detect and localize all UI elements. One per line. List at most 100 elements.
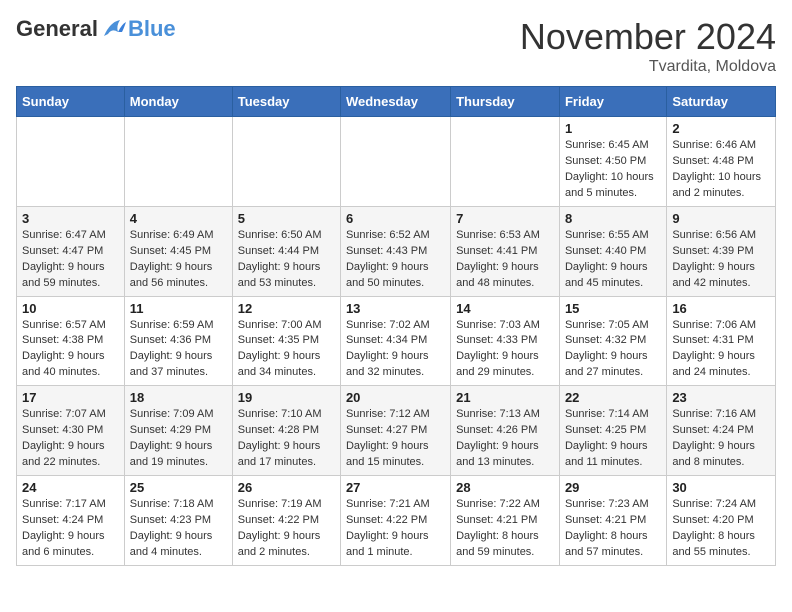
weekday-header-saturday: Saturday xyxy=(667,87,776,117)
day-number: 14 xyxy=(456,301,554,316)
day-number: 5 xyxy=(238,211,335,226)
day-number: 1 xyxy=(565,121,661,136)
calendar-cell: 6 Sunrise: 6:52 AM Sunset: 4:43 PM Daylig… xyxy=(340,206,450,296)
calendar-cell: 9Sunrise: 6:56 AM Sunset: 4:39 PM Daylig… xyxy=(667,206,776,296)
day-info: Sunrise: 7:03 AM Sunset: 4:33 PM Dayligh… xyxy=(456,318,554,382)
day-number: 2 xyxy=(672,121,770,136)
day-info: Sunrise: 7:09 AM Sunset: 4:29 PM Dayligh… xyxy=(130,407,227,471)
day-info: Sunrise: 7:05 AM Sunset: 4:32 PM Dayligh… xyxy=(565,318,661,382)
day-info: Sunrise: 7:23 AM Sunset: 4:21 PM Dayligh… xyxy=(565,497,661,561)
day-number: 25 xyxy=(130,480,227,495)
calendar-cell xyxy=(232,117,340,207)
day-number: 10 xyxy=(22,301,119,316)
weekday-header-thursday: Thursday xyxy=(451,87,560,117)
day-number: 22 xyxy=(565,390,661,405)
weekday-header-sunday: Sunday xyxy=(17,87,125,117)
calendar-week-row: 10 Sunrise: 6:57 AM Sunset: 4:38 PM Dayli… xyxy=(17,296,776,386)
day-number: 19 xyxy=(238,390,335,405)
day-info: Sunrise: 7:22 AM Sunset: 4:21 PM Dayligh… xyxy=(456,497,554,561)
day-number: 4 xyxy=(130,211,227,226)
calendar-cell: 26Sunrise: 7:19 AM Sunset: 4:22 PM Dayli… xyxy=(232,476,340,566)
day-number: 26 xyxy=(238,480,335,495)
weekday-header-monday: Monday xyxy=(124,87,232,117)
calendar-week-row: 1 Sunrise: 6:45 AM Sunset: 4:50 PM Daylig… xyxy=(17,117,776,207)
calendar-cell: 2 Sunrise: 6:46 AM Sunset: 4:48 PM Daylig… xyxy=(667,117,776,207)
day-info: Sunrise: 6:52 AM Sunset: 4:43 PM Dayligh… xyxy=(346,228,445,292)
day-info: Sunrise: 6:49 AM Sunset: 4:45 PM Dayligh… xyxy=(130,228,227,292)
calendar-week-row: 24Sunrise: 7:17 AM Sunset: 4:24 PM Dayli… xyxy=(17,476,776,566)
calendar-cell: 5 Sunrise: 6:50 AM Sunset: 4:44 PM Daylig… xyxy=(232,206,340,296)
day-number: 30 xyxy=(672,480,770,495)
day-number: 3 xyxy=(22,211,119,226)
calendar-cell: 14 Sunrise: 7:03 AM Sunset: 4:33 PM Dayli… xyxy=(451,296,560,386)
calendar-cell: 10 Sunrise: 6:57 AM Sunset: 4:38 PM Dayli… xyxy=(17,296,125,386)
calendar-cell: 23 Sunrise: 7:16 AM Sunset: 4:24 PM Dayli… xyxy=(667,386,776,476)
day-info: Sunrise: 7:00 AM Sunset: 4:35 PM Dayligh… xyxy=(238,318,335,382)
day-info: Sunrise: 6:57 AM Sunset: 4:38 PM Dayligh… xyxy=(22,318,119,382)
day-info: Sunrise: 6:46 AM Sunset: 4:48 PM Dayligh… xyxy=(672,138,770,202)
day-info: Sunrise: 7:07 AM Sunset: 4:30 PM Dayligh… xyxy=(22,407,119,471)
calendar-cell: 11Sunrise: 6:59 AM Sunset: 4:36 PM Dayli… xyxy=(124,296,232,386)
day-info: Sunrise: 7:13 AM Sunset: 4:26 PM Dayligh… xyxy=(456,407,554,471)
day-number: 29 xyxy=(565,480,661,495)
weekday-header-friday: Friday xyxy=(559,87,666,117)
day-number: 20 xyxy=(346,390,445,405)
calendar-cell: 1 Sunrise: 6:45 AM Sunset: 4:50 PM Daylig… xyxy=(559,117,666,207)
calendar-cell: 20 Sunrise: 7:12 AM Sunset: 4:27 PM Dayli… xyxy=(340,386,450,476)
day-number: 21 xyxy=(456,390,554,405)
day-number: 17 xyxy=(22,390,119,405)
day-info: Sunrise: 6:53 AM Sunset: 4:41 PM Dayligh… xyxy=(456,228,554,292)
day-info: Sunrise: 7:18 AM Sunset: 4:23 PM Dayligh… xyxy=(130,497,227,561)
calendar-cell: 27Sunrise: 7:21 AM Sunset: 4:22 PM Dayli… xyxy=(340,476,450,566)
weekday-header-wednesday: Wednesday xyxy=(340,87,450,117)
weekday-header-row: SundayMondayTuesdayWednesdayThursdayFrid… xyxy=(17,87,776,117)
calendar-cell: 22Sunrise: 7:14 AM Sunset: 4:25 PM Dayli… xyxy=(559,386,666,476)
calendar-cell xyxy=(124,117,232,207)
calendar-cell: 16Sunrise: 7:06 AM Sunset: 4:31 PM Dayli… xyxy=(667,296,776,386)
calendar-cell: 17 Sunrise: 7:07 AM Sunset: 4:30 PM Dayli… xyxy=(17,386,125,476)
day-info: Sunrise: 6:45 AM Sunset: 4:50 PM Dayligh… xyxy=(565,138,661,202)
day-info: Sunrise: 6:59 AM Sunset: 4:36 PM Dayligh… xyxy=(130,318,227,382)
day-info: Sunrise: 7:02 AM Sunset: 4:34 PM Dayligh… xyxy=(346,318,445,382)
day-info: Sunrise: 7:17 AM Sunset: 4:24 PM Dayligh… xyxy=(22,497,119,561)
day-info: Sunrise: 6:55 AM Sunset: 4:40 PM Dayligh… xyxy=(565,228,661,292)
calendar-cell: 25 Sunrise: 7:18 AM Sunset: 4:23 PM Dayli… xyxy=(124,476,232,566)
calendar-cell: 12 Sunrise: 7:00 AM Sunset: 4:35 PM Dayli… xyxy=(232,296,340,386)
day-number: 16 xyxy=(672,301,770,316)
day-number: 12 xyxy=(238,301,335,316)
day-number: 23 xyxy=(672,390,770,405)
calendar-cell: 7 Sunrise: 6:53 AM Sunset: 4:41 PM Daylig… xyxy=(451,206,560,296)
month-title: November 2024 xyxy=(520,16,776,58)
calendar-week-row: 3Sunrise: 6:47 AM Sunset: 4:47 PM Daylig… xyxy=(17,206,776,296)
day-info: Sunrise: 6:50 AM Sunset: 4:44 PM Dayligh… xyxy=(238,228,335,292)
day-info: Sunrise: 7:24 AM Sunset: 4:20 PM Dayligh… xyxy=(672,497,770,561)
day-number: 6 xyxy=(346,211,445,226)
day-number: 15 xyxy=(565,301,661,316)
day-number: 9 xyxy=(672,211,770,226)
day-number: 8 xyxy=(565,211,661,226)
calendar-cell: 29 Sunrise: 7:23 AM Sunset: 4:21 PM Dayli… xyxy=(559,476,666,566)
location-text: Tvardita, Moldova xyxy=(520,58,776,76)
day-number: 13 xyxy=(346,301,445,316)
logo-blue-text: Blue xyxy=(128,16,176,42)
day-info: Sunrise: 7:16 AM Sunset: 4:24 PM Dayligh… xyxy=(672,407,770,471)
calendar-cell xyxy=(17,117,125,207)
day-info: Sunrise: 7:21 AM Sunset: 4:22 PM Dayligh… xyxy=(346,497,445,561)
day-number: 18 xyxy=(130,390,227,405)
calendar-cell: 18 Sunrise: 7:09 AM Sunset: 4:29 PM Dayli… xyxy=(124,386,232,476)
calendar-cell: 28 Sunrise: 7:22 AM Sunset: 4:21 PM Dayli… xyxy=(451,476,560,566)
calendar-cell: 3Sunrise: 6:47 AM Sunset: 4:47 PM Daylig… xyxy=(17,206,125,296)
calendar-table: SundayMondayTuesdayWednesdayThursdayFrid… xyxy=(16,86,776,566)
calendar-cell: 24Sunrise: 7:17 AM Sunset: 4:24 PM Dayli… xyxy=(17,476,125,566)
day-number: 28 xyxy=(456,480,554,495)
logo: General Blue xyxy=(16,16,176,42)
logo-general-text: General xyxy=(16,16,98,42)
day-info: Sunrise: 7:12 AM Sunset: 4:27 PM Dayligh… xyxy=(346,407,445,471)
day-info: Sunrise: 7:10 AM Sunset: 4:28 PM Dayligh… xyxy=(238,407,335,471)
calendar-cell: 21 Sunrise: 7:13 AM Sunset: 4:26 PM Dayli… xyxy=(451,386,560,476)
calendar-week-row: 17 Sunrise: 7:07 AM Sunset: 4:30 PM Dayli… xyxy=(17,386,776,476)
calendar-cell: 4 Sunrise: 6:49 AM Sunset: 4:45 PM Daylig… xyxy=(124,206,232,296)
title-block: November 2024 Tvardita, Moldova xyxy=(520,16,776,76)
logo-bird-icon xyxy=(100,18,128,40)
day-number: 7 xyxy=(456,211,554,226)
